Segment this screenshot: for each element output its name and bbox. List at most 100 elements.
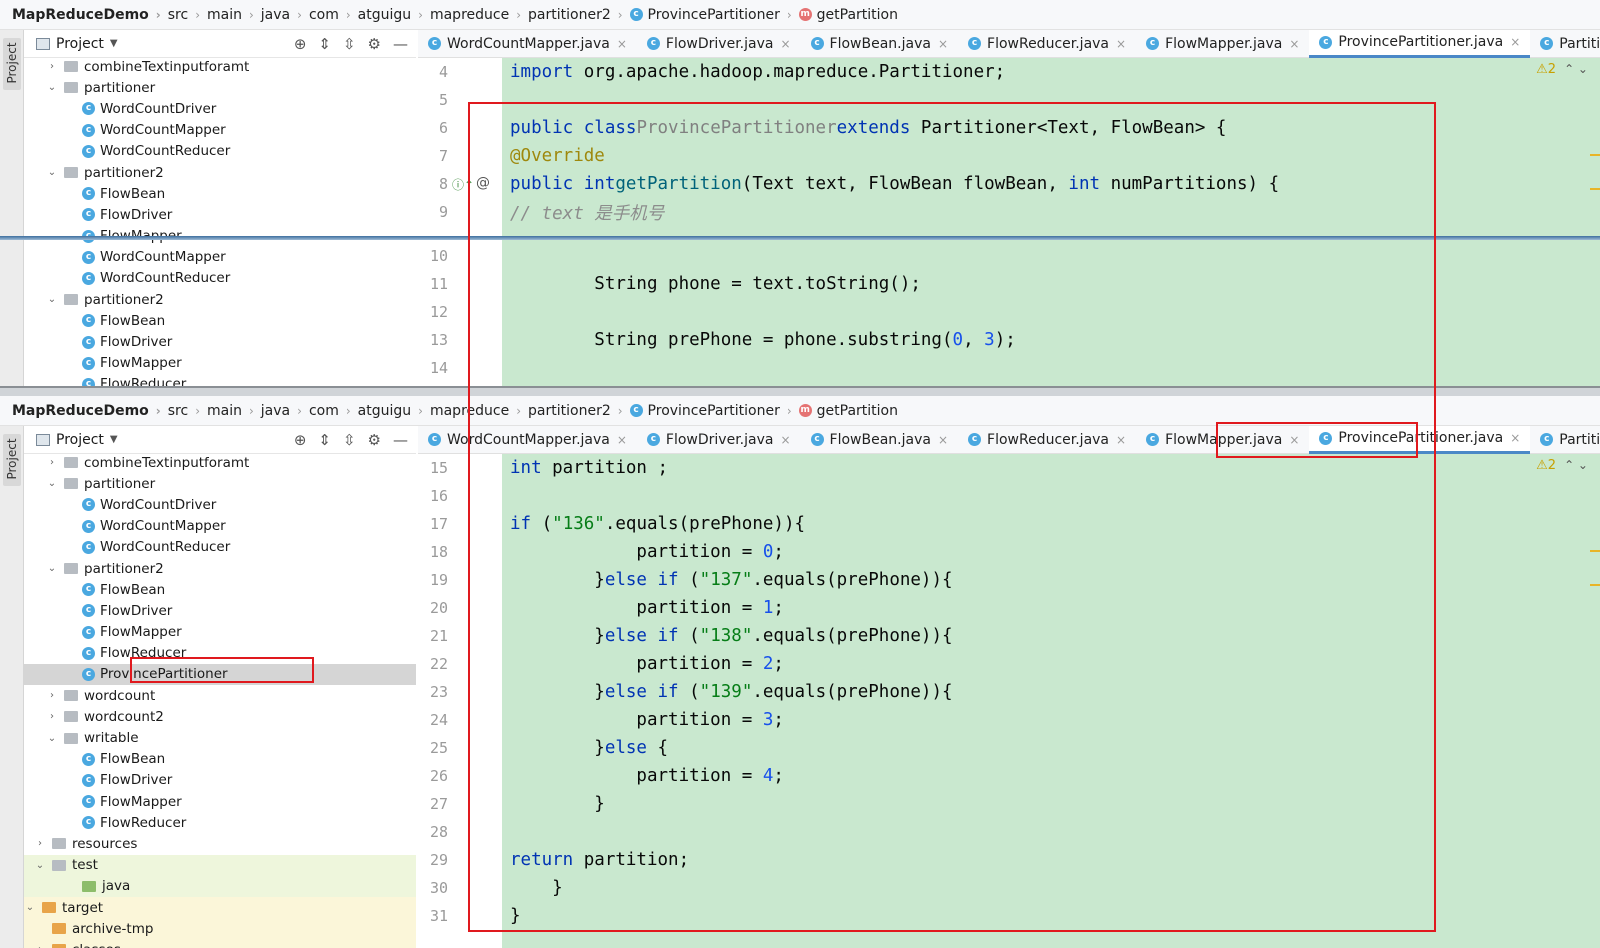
tree-item[interactable]: java [24,875,416,897]
breadcrumb-item[interactable]: main › [207,403,261,419]
tree-item[interactable]: archive-tmp [24,918,416,940]
tree-item[interactable]: c FlowBean [24,579,416,600]
tree-item[interactable]: c WordCountMapper [24,247,416,268]
breadcrumb-item[interactable]: src › [168,403,207,419]
expand-arrow-icon[interactable]: ⌄ [46,294,58,305]
scrollbar-warning-mark[interactable] [1590,154,1600,156]
tree-item[interactable]: c FlowDriver [24,204,416,225]
breadcrumb-item[interactable]: MapReduceDemo › [12,7,168,23]
tool-window-stripe[interactable]: Project [0,426,24,948]
expand-arrow-icon[interactable]: › [46,457,58,468]
close-icon[interactable]: × [780,37,790,51]
tree-item[interactable]: ⌄ partitioner2 [24,162,416,183]
tree-item[interactable]: › combineTextinputforamt [24,452,416,473]
tree-item[interactable]: c FlowDriver [24,600,416,621]
tree-item[interactable]: › wordcount [24,685,416,706]
tool-window-stripe[interactable]: Project [0,30,24,388]
expand-arrow-icon[interactable]: ⌄ [46,478,58,489]
editor-tab[interactable]: c FlowMapper.java × [1136,30,1309,58]
project-panel-title[interactable]: Project [56,36,104,52]
tree-item[interactable]: c WordCountDriver [24,494,416,515]
breadcrumb-item[interactable]: partitioner2 › [528,7,630,23]
expand-arrow-icon[interactable]: ⌄ [46,82,58,93]
tree-item[interactable]: c FlowDriver [24,770,416,791]
tree-item[interactable]: c FlowReducer [24,812,416,833]
tree-item[interactable]: c WordCountReducer [24,141,416,162]
tree-item[interactable]: c WordCountReducer [24,268,416,289]
editor-tab[interactable]: c WordCountMapper.java × [418,30,637,58]
breadcrumb-item[interactable]: java › [261,403,309,419]
breadcrumb-item[interactable]: mapreduce › [430,7,528,23]
chevron-down-icon[interactable]: ▼ [110,434,118,445]
tree-item[interactable]: ⌄ partitioner [24,473,416,494]
close-icon[interactable]: × [617,37,627,51]
editor-tab[interactable]: c FlowDriver.java × [637,30,801,58]
project-stripe-button[interactable]: Project [3,38,21,90]
tree-item[interactable]: c WordCountDriver [24,98,416,119]
breadcrumb-item[interactable]: com › [309,7,358,23]
breadcrumb-item[interactable]: m getPartition [798,7,898,23]
expand-all-icon[interactable]: ⇕ [318,35,331,53]
tree-item[interactable]: c FlowBean [24,310,416,331]
expand-arrow-icon[interactable]: › [34,944,46,948]
breadcrumb-item[interactable]: MapReduceDemo › [12,403,168,419]
tree-item[interactable]: › wordcount2 [24,706,416,727]
nav-arrows[interactable]: ⌃ ⌄ [1564,62,1588,76]
expand-arrow-icon[interactable]: ⌄ [34,860,46,871]
scrollbar-warning-mark[interactable] [1590,188,1600,190]
chevron-down-icon[interactable]: ▼ [110,38,118,49]
tree-item[interactable]: c FlowMapper [24,353,416,374]
expand-arrow-icon[interactable]: › [34,838,46,849]
gear-icon[interactable]: ⚙ [368,35,381,53]
tree-item[interactable]: c FlowMapper [24,622,416,643]
tree-item[interactable]: ⌄ target [24,896,416,919]
project-panel-title[interactable]: Project [56,432,104,448]
expand-arrow-icon[interactable]: ⌄ [46,167,58,178]
editor-tab[interactable]: cPartitioner.java× [1530,426,1600,454]
tree-item[interactable]: c FlowBean [24,183,416,204]
expand-arrow-icon[interactable]: ⌄ [46,563,58,574]
scrollbar-warning-mark[interactable] [1590,550,1600,552]
collapse-all-icon[interactable]: ⇳ [343,431,356,449]
tree-item[interactable]: c WordCountMapper [24,120,416,141]
gear-icon[interactable]: ⚙ [368,431,381,449]
tree-item[interactable]: c WordCountReducer [24,537,416,558]
editor-tab[interactable]: c ProvincePartitioner.java × [1309,29,1531,58]
editor-tab[interactable]: c FlowReducer.java × [958,30,1136,58]
close-icon[interactable]: × [1510,431,1520,445]
locate-icon[interactable]: ⊕ [294,431,307,449]
tree-item[interactable]: ⌄ partitioner2 [24,289,416,310]
tree-item[interactable]: c FlowReducer [24,374,416,386]
expand-arrow-icon[interactable]: › [46,690,58,701]
nav-arrows[interactable]: ⌃ ⌄ [1564,458,1588,472]
tree-item[interactable]: c FlowDriver [24,331,416,352]
tree-item[interactable]: ⌄ partitioner2 [24,558,416,579]
hide-icon[interactable]: — [393,35,408,53]
tree-item[interactable]: › classes [24,939,416,948]
expand-arrow-icon[interactable]: › [46,711,58,722]
code-line[interactable]: import org.apache.hadoop.mapreduce.Parti… [510,58,1005,86]
collapse-all-icon[interactable]: ⇳ [343,35,356,53]
close-icon[interactable]: × [1116,37,1126,51]
editor-tab[interactable]: c FlowBean.java × [801,30,958,58]
expand-arrow-icon[interactable]: › [46,61,58,72]
expand-all-icon[interactable]: ⇕ [318,431,331,449]
breadcrumb-item[interactable]: c ProvincePartitioner › [629,7,799,23]
editor-tab[interactable]: cPartitioner.java× [1530,30,1600,58]
expand-arrow-icon[interactable]: ⌄ [46,733,58,744]
expand-arrow-icon[interactable]: ⌄ [24,902,36,913]
tree-item[interactable]: › resources [24,833,416,854]
breadcrumb-item[interactable]: atguigu › [358,403,430,419]
project-tree[interactable]: › combineTextinputforamt ⌄ partitioner c Word… [24,56,416,386]
warning-indicator[interactable]: ⚠2 [1536,62,1556,77]
breadcrumb-item[interactable]: atguigu › [358,7,430,23]
close-icon[interactable]: × [1289,37,1299,51]
project-tree[interactable]: › combineTextinputforamt ⌄ partitioner c Word… [24,452,416,948]
breadcrumb-item[interactable]: main › [207,7,261,23]
tree-item[interactable]: ⌄ test [24,854,416,876]
tree-item[interactable]: c FlowMapper [24,791,416,812]
close-icon[interactable]: × [1510,35,1520,49]
tree-item[interactable]: c WordCountMapper [24,516,416,537]
breadcrumb-item[interactable]: src › [168,7,207,23]
breadcrumb-item[interactable]: java › [261,7,309,23]
